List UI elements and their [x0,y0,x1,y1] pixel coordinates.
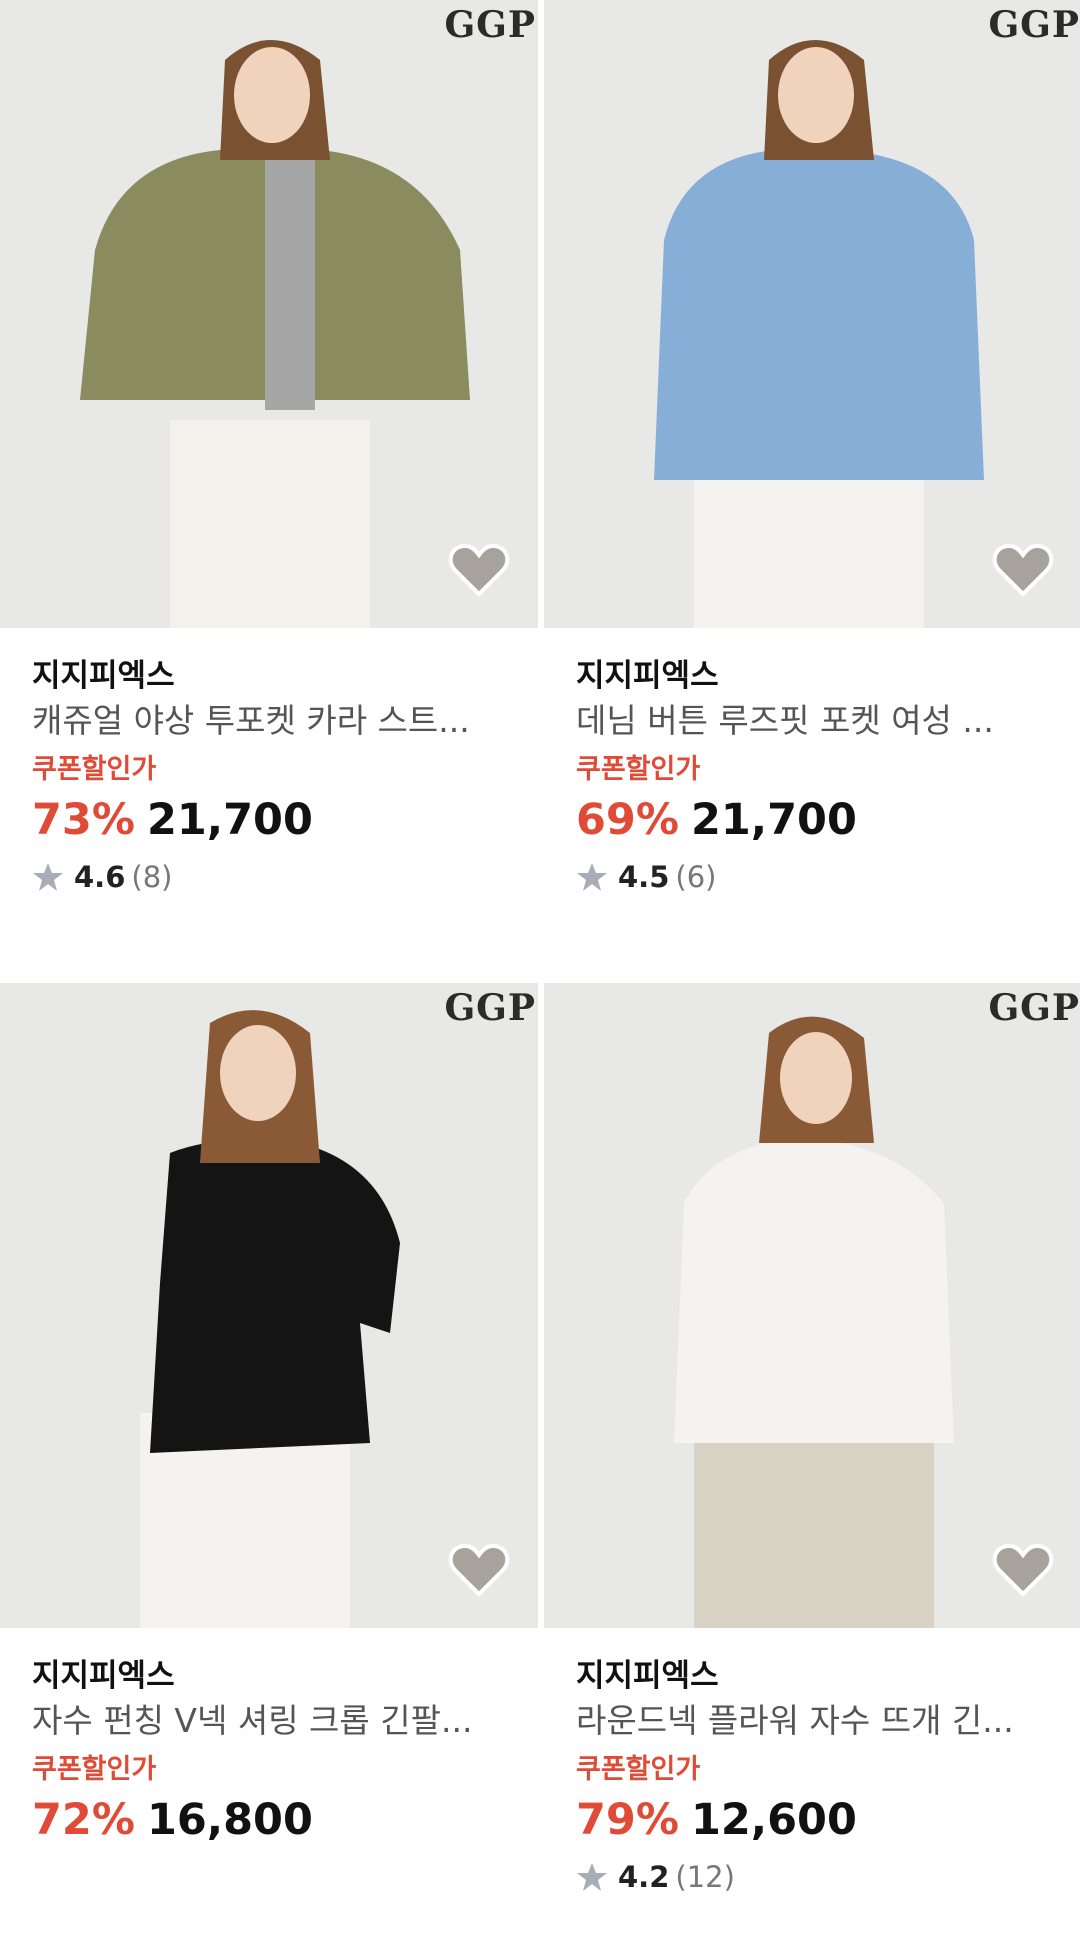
price-row: 72% 16,800 [32,1790,538,1852]
rating-row: 4.2 (12) [576,1852,1080,1902]
product-image[interactable]: GGP [0,983,538,1628]
brand-name[interactable]: 지지피엑스 [32,1656,538,1696]
price-row: 79% 12,600 [576,1790,1080,1852]
rating-row: 4.6 (8) [32,852,538,902]
model-photo [544,0,1080,628]
star-icon [577,863,607,891]
product-grid: GGP 지지피엑스 캐쥬얼 야상 투포켓 카라 스트... 쿠폰할인가 73% 2… [0,0,1080,1936]
coupon-label: 쿠폰할인가 [576,754,701,785]
product-info: 지지피엑스 캐쥬얼 야상 투포켓 카라 스트... 쿠폰할인가 73% 21,70… [0,628,538,902]
model-photo [544,983,1080,1628]
coupon-label: 쿠폰할인가 [32,754,157,785]
price-row: 69% 21,700 [576,790,1080,852]
product-title[interactable]: 데님 버튼 루즈핏 포켓 여성 ... [576,696,1066,746]
coupon-label: 쿠폰할인가 [576,1754,701,1785]
product-info: 지지피엑스 라운드넥 플라워 자수 뜨개 긴... 쿠폰할인가 79% 12,60… [544,1628,1080,1902]
brand-name[interactable]: 지지피엑스 [576,1656,1080,1696]
star-icon [577,1863,607,1891]
rating-score: 4.5 [618,860,670,894]
review-count: (6) [675,860,717,894]
heart-icon[interactable] [992,542,1054,598]
rating-row: 4.5 (6) [576,852,1080,902]
discount-rate: 73% [32,795,135,845]
brand-logo: GGP [444,987,536,1029]
discount-rate: 72% [32,1795,135,1845]
product-card[interactable]: GGP 지지피엑스 자수 펀칭 V넥 셔링 크롭 긴팔... 쿠폰할인가 72%… [0,983,538,1852]
product-title[interactable]: 캐쥬얼 야상 투포켓 카라 스트... [32,696,522,746]
rating-score: 4.2 [618,1860,670,1894]
brand-logo: GGP [988,4,1080,46]
product-image[interactable]: GGP [0,0,538,628]
brand-name[interactable]: 지지피엑스 [32,656,538,696]
product-info: 지지피엑스 데님 버튼 루즈핏 포켓 여성 ... 쿠폰할인가 69% 21,70… [544,628,1080,902]
price: 16,800 [146,1795,313,1845]
product-title[interactable]: 라운드넥 플라워 자수 뜨개 긴... [576,1696,1066,1746]
product-title[interactable]: 자수 펀칭 V넥 셔링 크롭 긴팔... [32,1696,522,1746]
brand-logo: GGP [988,987,1080,1029]
model-photo [0,0,538,628]
product-card[interactable]: GGP 지지피엑스 라운드넥 플라워 자수 뜨개 긴... 쿠폰할인가 79% 1… [544,983,1080,1902]
brand-logo: GGP [444,4,536,46]
discount-rate: 79% [576,1795,679,1845]
star-icon [33,863,63,891]
product-card[interactable]: GGP 지지피엑스 캐쥬얼 야상 투포켓 카라 스트... 쿠폰할인가 73% 2… [0,0,538,902]
product-info: 지지피엑스 자수 펀칭 V넥 셔링 크롭 긴팔... 쿠폰할인가 72% 16,8… [0,1628,538,1852]
brand-name[interactable]: 지지피엑스 [576,656,1080,696]
heart-icon[interactable] [992,1542,1054,1598]
review-count: (8) [131,860,173,894]
rating-score: 4.6 [74,860,126,894]
price: 21,700 [146,795,313,845]
model-photo [0,983,538,1628]
product-image[interactable]: GGP [544,0,1080,628]
heart-icon[interactable] [448,542,510,598]
coupon-label: 쿠폰할인가 [32,1754,157,1785]
price: 12,600 [690,1795,857,1845]
price-row: 73% 21,700 [32,790,538,852]
review-count: (12) [675,1860,735,1894]
product-image[interactable]: GGP [544,983,1080,1628]
discount-rate: 69% [576,795,679,845]
price: 21,700 [690,795,857,845]
product-card[interactable]: GGP 지지피엑스 데님 버튼 루즈핏 포켓 여성 ... 쿠폰할인가 69% 2… [544,0,1080,902]
heart-icon[interactable] [448,1542,510,1598]
